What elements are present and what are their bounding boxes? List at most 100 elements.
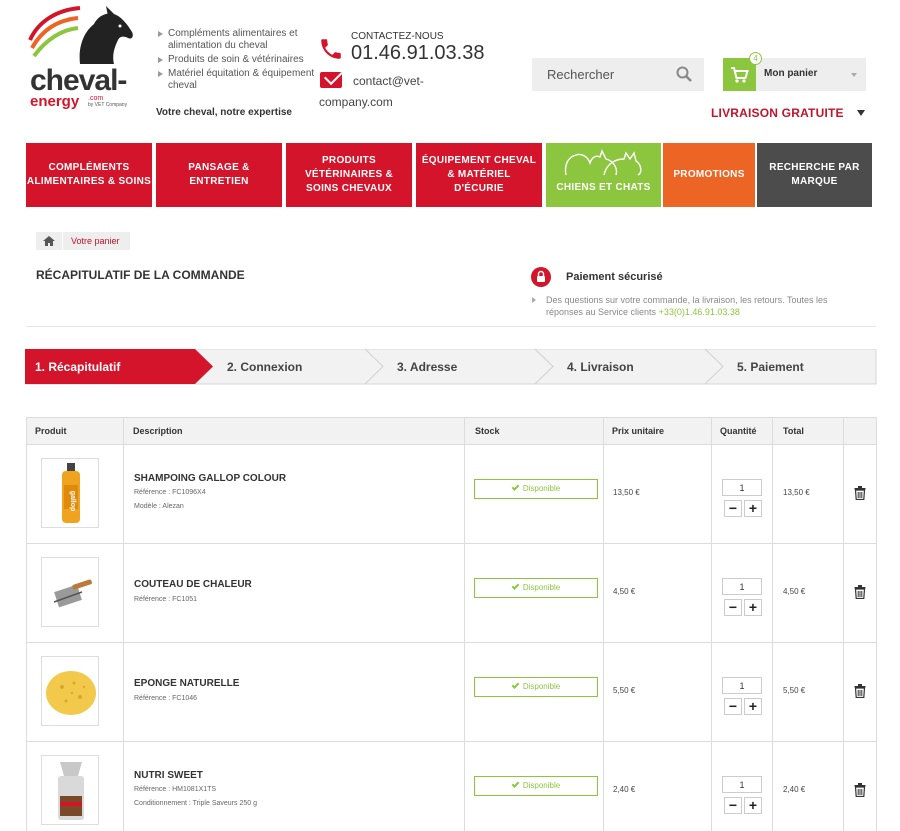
- nav-item-marque[interactable]: RECHERCHE PAR MARQUE: [757, 143, 872, 207]
- decrement-button[interactable]: −: [724, 698, 742, 715]
- nav-item-pansage[interactable]: PANSAGE & ENTRETIEN: [156, 143, 282, 207]
- check-icon: [511, 582, 520, 590]
- usp-list: Compléments alimentaires et alimentation…: [156, 28, 316, 94]
- free-shipping-link[interactable]: LIVRAISON GRATUITE: [711, 106, 844, 120]
- unit-price: 5,50 €: [613, 686, 636, 695]
- trash-icon[interactable]: [854, 486, 866, 500]
- col-header-product: Produit: [35, 426, 67, 436]
- trash-icon[interactable]: [854, 783, 866, 797]
- stock-badge: Disponible: [474, 578, 598, 598]
- home-icon: [43, 236, 55, 246]
- product-variant: Modèle : Alezan: [134, 503, 184, 510]
- svg-text:gallop: gallop: [69, 491, 76, 512]
- nav-item-chiens-chats[interactable]: CHIENS ET CHATS: [546, 143, 661, 207]
- cart-count-badge: 4: [749, 52, 762, 65]
- product-packaging: Conditionnement : Triple Saveurs 250 g: [134, 800, 257, 807]
- search-icon[interactable]: [676, 66, 692, 82]
- email-link[interactable]: contact@vet-company.com: [319, 71, 459, 113]
- phone-icon: [321, 39, 341, 59]
- quantity-input[interactable]: [722, 578, 762, 595]
- step-recapitulatif: 1. Récapitulatif: [35, 360, 121, 374]
- step-adresse[interactable]: 3. Adresse: [397, 360, 457, 374]
- table-row: gallop SHAMPOING GALLOP COLOUR Référence…: [26, 445, 877, 544]
- chevron-down-icon: [851, 73, 857, 77]
- increment-button[interactable]: +: [744, 599, 762, 616]
- step-paiement[interactable]: 5. Paiement: [737, 360, 804, 374]
- logo-wordmark-sub: energy: [30, 93, 80, 110]
- stock-label: Disponible: [522, 682, 561, 691]
- col-header-stock: Stock: [475, 426, 500, 436]
- nav-label: RECHERCHE PAR MARQUE: [769, 162, 860, 187]
- increment-button[interactable]: +: [744, 698, 762, 715]
- lock-icon: [531, 267, 551, 287]
- line-total: 13,50 €: [783, 488, 810, 497]
- product-name[interactable]: EPONGE NATURELLE: [134, 678, 239, 689]
- logo-by: by VET Company: [88, 102, 128, 108]
- col-header-total: Total: [783, 426, 804, 436]
- nav-item-equipement[interactable]: ÉQUIPEMENT CHEVAL & MATÉRIEL D'ÉCURIE: [416, 143, 542, 207]
- table-row: COUTEAU DE CHALEUR Référence : FC1051 Di…: [26, 544, 877, 643]
- arrow-right-icon: [532, 297, 536, 303]
- check-icon: [511, 681, 520, 689]
- product-image-knife[interactable]: [41, 557, 99, 627]
- usp-item: Compléments alimentaires et alimentation…: [156, 28, 316, 52]
- decrement-button[interactable]: −: [724, 797, 742, 814]
- help-phone-link[interactable]: +33(0)1.46.91.03.38: [659, 307, 740, 317]
- contact-label: CONTACTEZ-NOUS: [351, 31, 444, 42]
- unit-price: 4,50 €: [613, 587, 636, 596]
- decrement-button[interactable]: −: [724, 500, 742, 517]
- cart-icon-box: 4: [723, 52, 762, 91]
- help-text: Des questions sur votre commande, la liv…: [546, 294, 861, 318]
- usp-item: Matériel équitation & équipement cheval: [156, 68, 316, 92]
- nav-item-complements[interactable]: COMPLÉMENTS ALIMENTAIRES & SOINS: [26, 143, 152, 207]
- quantity-input[interactable]: [722, 677, 762, 694]
- product-image-shampoo[interactable]: gallop: [41, 458, 99, 528]
- phone-number[interactable]: 01.46.91.03.38: [351, 42, 484, 65]
- step-livraison[interactable]: 4. Livraison: [567, 360, 634, 374]
- product-name[interactable]: COUTEAU DE CHALEUR: [134, 579, 252, 590]
- logo-com: .com: [88, 95, 104, 102]
- product-image-treats[interactable]: [41, 755, 99, 825]
- trash-icon[interactable]: [854, 585, 866, 599]
- product-reference: Référence : FC1046: [134, 695, 198, 702]
- quantity-input[interactable]: [722, 479, 762, 496]
- table-header: Produit Description Stock Prix unitaire …: [26, 417, 877, 445]
- trash-icon[interactable]: [854, 684, 866, 698]
- nav-label: ÉQUIPEMENT CHEVAL & MATÉRIEL D'ÉCURIE: [421, 155, 537, 194]
- decrement-button[interactable]: −: [724, 599, 742, 616]
- nav-label: PROMOTIONS: [673, 169, 745, 180]
- stock-label: Disponible: [522, 781, 561, 790]
- product-reference: Référence : HM1081X1TS: [134, 786, 217, 793]
- col-header-price: Prix unitaire: [612, 426, 665, 436]
- search-input[interactable]: [532, 58, 672, 91]
- increment-button[interactable]: +: [744, 500, 762, 517]
- product-image-sponge[interactable]: [41, 656, 99, 726]
- increment-button[interactable]: +: [744, 797, 762, 814]
- product-reference: Référence : FC1051: [134, 596, 198, 603]
- col-header-description: Description: [133, 426, 183, 436]
- unit-price: 2,40 €: [613, 785, 636, 794]
- table-row: EPONGE NATURELLE Référence : FC1046 Disp…: [26, 643, 877, 742]
- quantity-input[interactable]: [722, 776, 762, 793]
- tagline: Votre cheval, notre expertise: [156, 107, 292, 118]
- stock-label: Disponible: [522, 583, 561, 592]
- nav-item-promotions[interactable]: PROMOTIONS: [663, 143, 755, 207]
- product-reference: Référence : FC1096X4: [134, 489, 206, 496]
- usp-item: Produits de soin & vétérinaires: [156, 54, 316, 66]
- step-connexion[interactable]: 2. Connexion: [227, 360, 302, 374]
- stock-badge: Disponible: [474, 677, 598, 697]
- nav-label: PANSAGE & ENTRETIEN: [188, 162, 250, 187]
- stock-label: Disponible: [522, 484, 561, 493]
- stock-badge: Disponible: [474, 479, 598, 499]
- search-box: [532, 58, 704, 91]
- checkout-steps: 1. Récapitulatif 2. Connexion 3. Adresse…: [25, 349, 877, 385]
- breadcrumb: Votre panier: [36, 232, 130, 250]
- nav-label: CHIENS ET CHATS: [556, 182, 651, 193]
- nav-item-veterinaires[interactable]: PRODUITS VÉTÉRINAIRES & SOINS CHEVAUX: [286, 143, 412, 207]
- product-name[interactable]: SHAMPOING GALLOP COLOUR: [134, 473, 286, 484]
- page-title: RÉCAPITULATIF DE LA COMMANDE: [36, 268, 245, 282]
- cart-button[interactable]: 4 Mon panier: [723, 52, 866, 91]
- product-name[interactable]: NUTRI SWEET: [134, 770, 203, 781]
- caret-down-icon[interactable]: [857, 110, 865, 116]
- breadcrumb-home[interactable]: [36, 232, 62, 250]
